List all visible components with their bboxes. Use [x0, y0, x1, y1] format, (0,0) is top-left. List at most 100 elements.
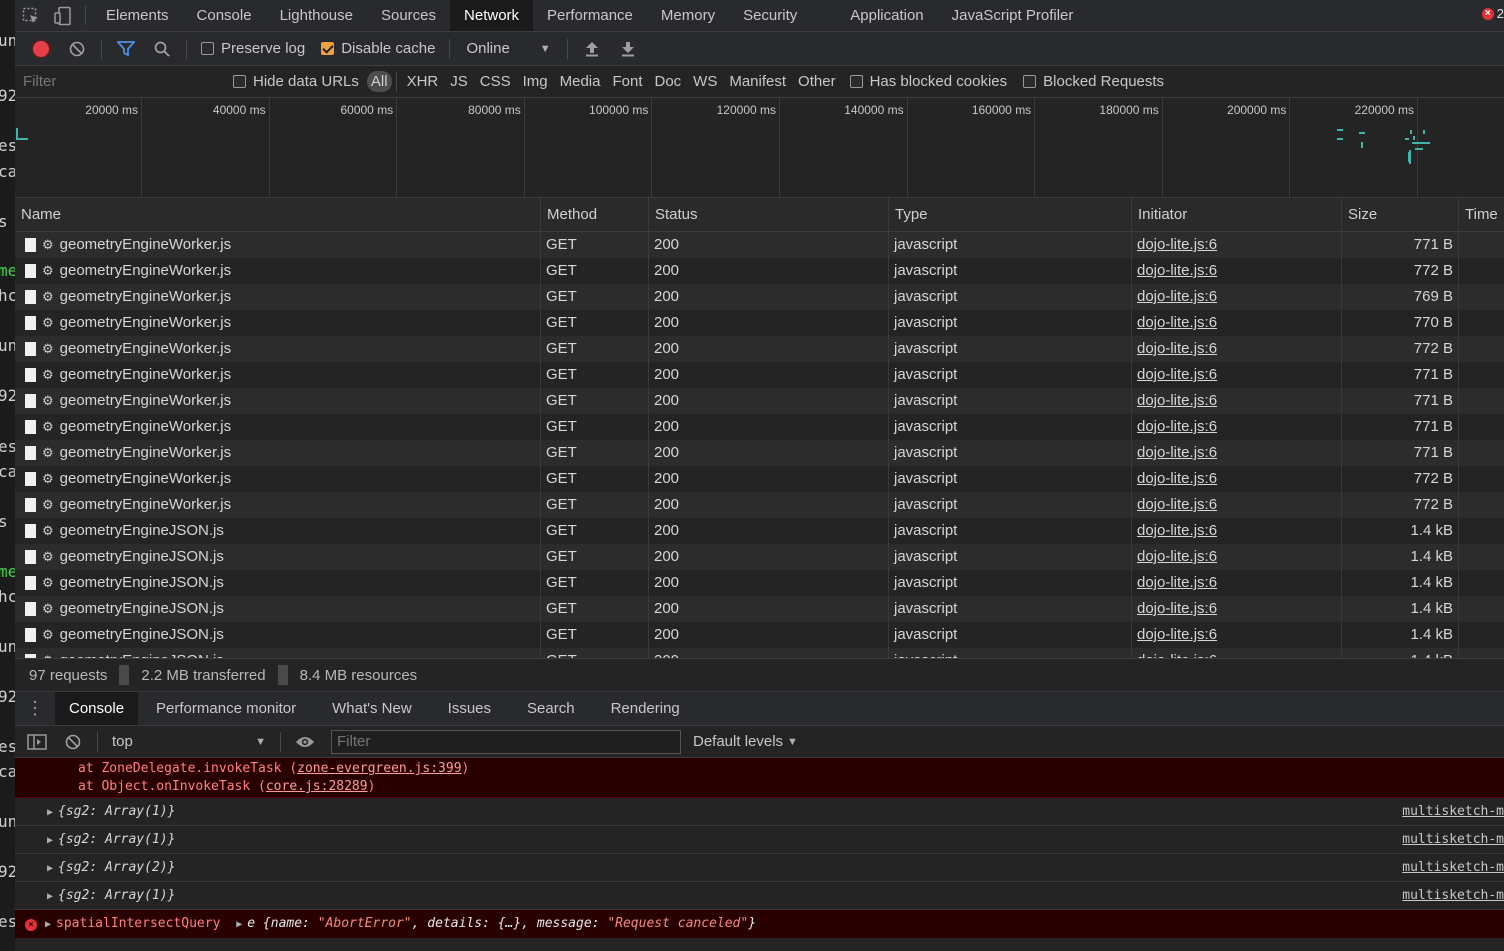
stack-source-link[interactable]: core.js:28289: [266, 779, 368, 794]
log-source-link[interactable]: multisketch-m: [1402, 826, 1504, 854]
request-initiator-link[interactable]: dojo-lite.js:6: [1137, 284, 1217, 310]
tab-elements[interactable]: Elements: [92, 0, 183, 31]
table-row[interactable]: ⚙ geometryEngineWorker.js GET 200 javascript…: [15, 466, 1504, 492]
drawer-tab-console[interactable]: Console: [55, 692, 139, 725]
request-initiator-link[interactable]: dojo-lite.js:6: [1137, 570, 1217, 596]
console-error-row[interactable]: × ▶ spatialIntersectQuery ▶ e {name: "Abort…: [15, 910, 1504, 938]
console-sidebar-button[interactable]: [19, 727, 55, 757]
log-source-link[interactable]: multisketch-m: [1402, 798, 1504, 826]
table-row[interactable]: ⚙ geometryEngineWorker.js GET 200 javascript…: [15, 440, 1504, 466]
table-row[interactable]: ⚙ geometryEngineJSON.js GET 200 javascript do…: [15, 648, 1504, 658]
type-filter-media[interactable]: Media: [554, 73, 607, 90]
column-type[interactable]: Type: [888, 198, 1131, 232]
type-filter-js[interactable]: JS: [444, 73, 474, 90]
drawer-tab-whats-new[interactable]: What's New: [314, 692, 430, 725]
network-filter-input[interactable]: [15, 66, 225, 97]
clear-button[interactable]: [59, 34, 95, 64]
drawer-tab-issues[interactable]: Issues: [430, 692, 509, 725]
has-blocked-cookies-checkbox[interactable]: Has blocked cookies: [842, 73, 1016, 90]
expand-triangle-icon[interactable]: ▶: [45, 911, 51, 939]
column-initiator[interactable]: Initiator: [1131, 198, 1341, 232]
request-initiator-link[interactable]: dojo-lite.js:6: [1137, 622, 1217, 648]
expand-triangle-icon[interactable]: ▶: [47, 827, 53, 855]
tab-application[interactable]: Application: [836, 0, 937, 31]
table-row[interactable]: ⚙ geometryEngineWorker.js GET 200 javascript…: [15, 492, 1504, 518]
request-initiator-link[interactable]: dojo-lite.js:6: [1137, 466, 1217, 492]
table-row[interactable]: ⚙ geometryEngineWorker.js GET 200 javascript…: [15, 414, 1504, 440]
console-log-row[interactable]: ▶ {sg2: Array(1)} multisketch-m: [15, 826, 1504, 854]
console-clear-button[interactable]: [55, 727, 91, 757]
tab-console[interactable]: Console: [183, 0, 266, 31]
request-initiator-link[interactable]: dojo-lite.js:6: [1137, 440, 1217, 466]
table-row[interactable]: ⚙ geometryEngineJSON.js GET 200 javascript do…: [15, 622, 1504, 648]
table-row[interactable]: ⚙ geometryEngineWorker.js GET 200 javascript…: [15, 232, 1504, 258]
hide-data-urls-checkbox[interactable]: Hide data URLs: [225, 73, 367, 90]
tab-network[interactable]: Network: [450, 0, 534, 31]
request-initiator-link[interactable]: dojo-lite.js:6: [1137, 492, 1217, 518]
log-source-link[interactable]: multisketch-m: [1402, 854, 1504, 882]
log-source-link[interactable]: multisketch-m: [1402, 882, 1504, 910]
throttling-select[interactable]: Online ▼: [456, 40, 560, 57]
tab-lighthouse[interactable]: Lighthouse: [266, 0, 367, 31]
type-filter-other[interactable]: Other: [792, 73, 842, 90]
table-row[interactable]: ⚙ geometryEngineJSON.js GET 200 javascript do…: [15, 570, 1504, 596]
column-method[interactable]: Method: [540, 198, 648, 232]
console-log-row[interactable]: ▶ {sg2: Array(1)} multisketch-m: [15, 798, 1504, 826]
table-row[interactable]: ⚙ geometryEngineWorker.js GET 200 javascript…: [15, 362, 1504, 388]
table-row[interactable]: ⚙ geometryEngineWorker.js GET 200 javascript…: [15, 310, 1504, 336]
request-initiator-link[interactable]: dojo-lite.js:6: [1137, 596, 1217, 622]
device-toolbar-icon[interactable]: [47, 0, 79, 31]
column-status[interactable]: Status: [648, 198, 888, 232]
type-filter-all[interactable]: All: [366, 71, 392, 92]
request-initiator-link[interactable]: dojo-lite.js:6: [1137, 232, 1217, 258]
expand-triangle-icon[interactable]: ▶: [47, 883, 53, 911]
request-initiator-link[interactable]: dojo-lite.js:6: [1137, 336, 1217, 362]
type-filter-manifest[interactable]: Manifest: [723, 73, 792, 90]
console-log-row[interactable]: ▶ {sg2: Array(1)} multisketch-m: [15, 882, 1504, 910]
drawer-menu-icon[interactable]: ⋮: [15, 692, 55, 725]
tab-performance[interactable]: Performance: [533, 0, 647, 31]
live-expression-button[interactable]: [287, 727, 323, 757]
type-filter-doc[interactable]: Doc: [648, 73, 687, 90]
tab-memory[interactable]: Memory: [647, 0, 729, 31]
import-har-button[interactable]: [574, 34, 610, 64]
network-overview-timeline[interactable]: 20000 ms 40000 ms 60000 ms 80000 ms 100000 m…: [15, 98, 1504, 198]
export-har-button[interactable]: [610, 34, 646, 64]
expand-triangle-icon[interactable]: ▶: [47, 855, 53, 883]
expand-triangle-icon[interactable]: ▶: [236, 911, 242, 939]
expand-triangle-icon[interactable]: ▶: [47, 799, 53, 827]
console-log-row[interactable]: ▶ {sg2: Array(2)} multisketch-m: [15, 854, 1504, 882]
table-row[interactable]: ⚙ geometryEngineJSON.js GET 200 javascript do…: [15, 544, 1504, 570]
table-row[interactable]: ⚙ geometryEngineWorker.js GET 200 javascript…: [15, 284, 1504, 310]
type-filter-img[interactable]: Img: [517, 73, 554, 90]
filter-toggle-button[interactable]: [108, 34, 144, 64]
table-row[interactable]: ⚙ geometryEngineWorker.js GET 200 javascript…: [15, 336, 1504, 362]
request-initiator-link[interactable]: dojo-lite.js:6: [1137, 388, 1217, 414]
tab-sources[interactable]: Sources: [367, 0, 450, 31]
type-filter-css[interactable]: CSS: [474, 73, 517, 90]
disable-cache-checkbox[interactable]: Disable cache: [313, 40, 443, 57]
drawer-tab-rendering[interactable]: Rendering: [593, 692, 698, 725]
drawer-tab-performance-monitor[interactable]: Performance monitor: [138, 692, 314, 725]
tab-javascript-profiler[interactable]: JavaScript Profiler: [938, 0, 1088, 31]
console-filter-input[interactable]: [331, 729, 681, 754]
stack-source-link[interactable]: zone-evergreen.js:399: [297, 761, 461, 776]
column-name[interactable]: Name: [15, 198, 540, 232]
request-initiator-link[interactable]: dojo-lite.js:6: [1137, 414, 1217, 440]
request-initiator-link[interactable]: dojo-lite.js:6: [1137, 258, 1217, 284]
table-row[interactable]: ⚙ geometryEngineWorker.js GET 200 javascript…: [15, 258, 1504, 284]
column-size[interactable]: Size: [1341, 198, 1458, 232]
record-button[interactable]: [23, 34, 59, 64]
column-time[interactable]: Time: [1458, 198, 1504, 232]
preserve-log-checkbox[interactable]: Preserve log: [193, 40, 313, 57]
type-filter-xhr[interactable]: XHR: [401, 73, 445, 90]
type-filter-ws[interactable]: WS: [687, 73, 723, 90]
request-initiator-link[interactable]: dojo-lite.js:6: [1137, 518, 1217, 544]
request-initiator-link[interactable]: dojo-lite.js:6: [1137, 310, 1217, 336]
inspect-element-icon[interactable]: [15, 0, 47, 31]
tab-security[interactable]: Security: [729, 0, 811, 31]
request-initiator-link[interactable]: dojo-lite.js:6: [1137, 544, 1217, 570]
blocked-requests-checkbox[interactable]: Blocked Requests: [1015, 73, 1172, 90]
table-row[interactable]: ⚙ geometryEngineWorker.js GET 200 javascript…: [15, 388, 1504, 414]
request-initiator-link[interactable]: dojo-lite.js:6: [1137, 648, 1217, 658]
